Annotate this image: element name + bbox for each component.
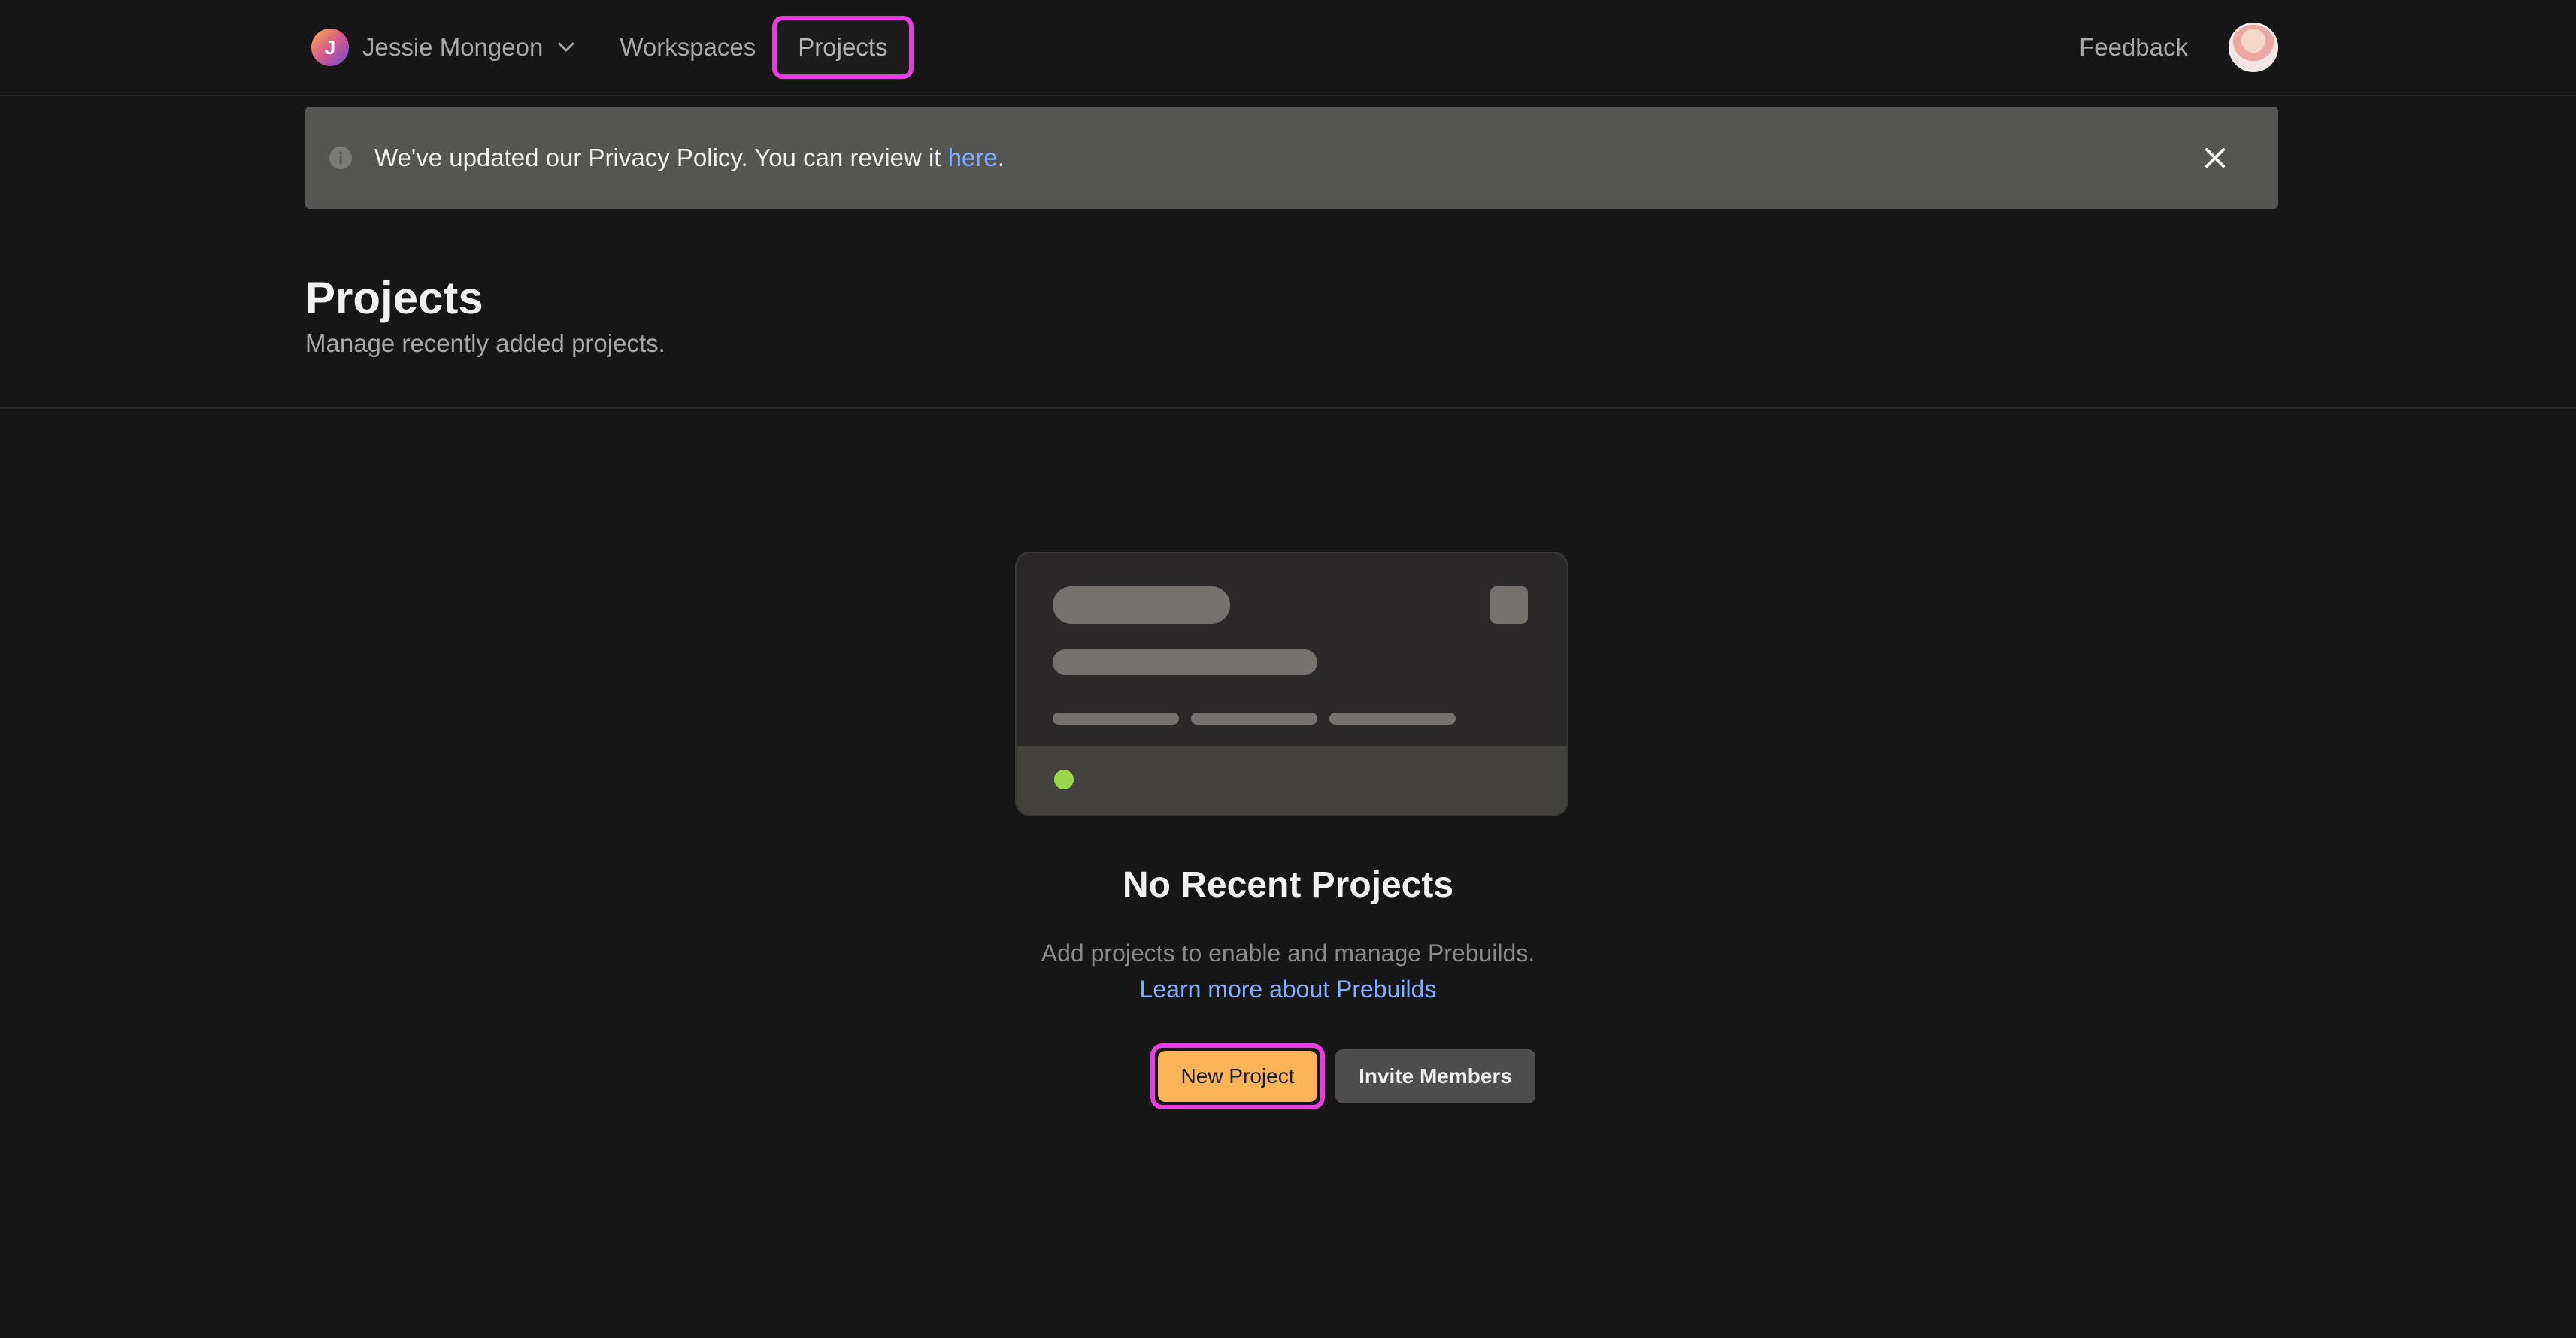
new-project-button[interactable]: New Project [1158,1051,1317,1102]
empty-state-title: No Recent Projects [1122,865,1454,905]
feedback-link[interactable]: Feedback [2079,33,2188,62]
card-footer [1017,746,1567,815]
invite-members-button[interactable]: Invite Members [1335,1049,1535,1103]
close-icon[interactable] [2197,140,2233,176]
skeleton-tag [1329,713,1456,725]
learn-more-row: Learn more about Prebuilds [0,976,2576,1004]
privacy-banner: We've updated our Privacy Policy. You ca… [305,107,2278,209]
nav-inner: J Jessie Mongeon Workspaces Projects Fee… [305,0,2278,95]
org-avatar: J [311,29,349,66]
nav-workspaces[interactable]: Workspaces [620,33,756,62]
banner-text-before: We've updated our Privacy Policy. You ca… [374,144,948,171]
page-header: Projects Manage recently added projects. [0,209,2576,409]
banner-here-link[interactable]: here [948,144,998,171]
org-name: Jessie Mongeon [362,33,544,61]
page-title: Projects [305,273,483,323]
user-avatar[interactable] [2229,23,2278,72]
banner-text-after: . [997,144,1005,171]
new-project-highlight: New Project [1150,1043,1325,1109]
info-icon [328,145,353,171]
learn-more-link[interactable]: Learn more about Prebuilds [1140,976,1437,1003]
nav-projects[interactable]: Projects [772,16,914,79]
chevron-down-icon [556,38,576,57]
skeleton-square [1490,586,1528,624]
page-subtitle: Manage recently added projects. [305,329,665,357]
status-dot [1054,770,1074,789]
empty-state-actions: New Project Invite Members [0,1043,2576,1109]
skeleton-tag [1191,713,1317,725]
empty-state-description: Add projects to enable and manage Prebui… [1041,940,1535,967]
org-switcher[interactable]: J Jessie Mongeon [305,17,582,77]
project-card-illustration [1015,552,1568,816]
skeleton-line [1053,649,1317,675]
banner-message: We've updated our Privacy Policy. You ca… [374,144,1005,172]
skeleton-title [1053,586,1230,624]
top-nav: J Jessie Mongeon Workspaces Projects Fee… [0,0,2576,96]
skeleton-tag [1053,713,1179,725]
